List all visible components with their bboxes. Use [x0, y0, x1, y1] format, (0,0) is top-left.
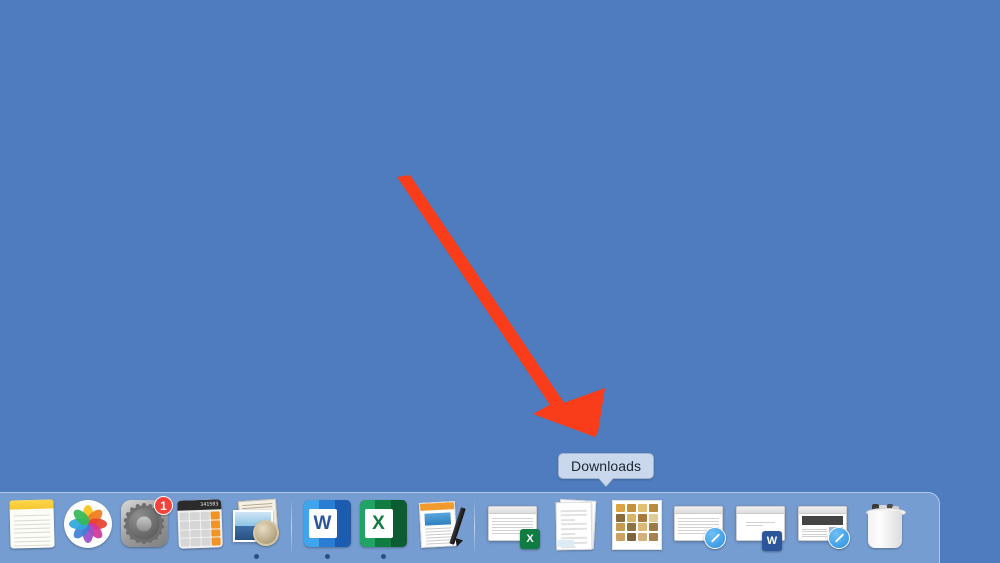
dock[interactable]: 1 341503 W X X W: [0, 492, 940, 563]
excel-icon: X: [358, 499, 408, 549]
word-icon: W: [302, 499, 352, 549]
word-glyph: W: [308, 509, 337, 538]
textedit-icon: [414, 499, 466, 549]
minimized-window-safari-icon: [674, 502, 726, 549]
dock-item-images-stack[interactable]: [606, 499, 668, 561]
tooltip-pointer-icon: [598, 477, 615, 486]
word-badge-glyph: W: [762, 531, 782, 551]
minimized-window-excel-icon: X: [488, 502, 540, 549]
downloads-stack-icon: [550, 499, 600, 551]
dock-separator-2: [474, 501, 475, 553]
dock-item-textedit[interactable]: [411, 499, 467, 561]
dock-tooltip-label: Downloads: [571, 458, 642, 474]
dock-item-photos[interactable]: [60, 499, 116, 561]
dock-tooltip: Downloads: [558, 453, 655, 486]
dock-item-microsoft-excel[interactable]: X: [355, 499, 411, 561]
gear-icon: 1: [119, 496, 173, 549]
notes-icon: [7, 499, 57, 549]
dock-item-minimized-word-window[interactable]: W: [730, 499, 792, 561]
notification-badge: 1: [154, 496, 173, 515]
dock-item-notes[interactable]: [4, 499, 60, 561]
minimized-window-safari-news-icon: [798, 502, 850, 549]
dock-item-minimized-excel-window[interactable]: X: [482, 499, 544, 561]
dock-item-downloads-stack[interactable]: [544, 499, 606, 561]
preview-icon: [231, 498, 281, 549]
desktop-background: [0, 0, 1000, 563]
image-grid-stack-icon: [612, 499, 662, 550]
photos-icon: [63, 499, 113, 549]
dock-separator-1: [291, 501, 292, 553]
dock-item-preview[interactable]: [228, 498, 284, 561]
dock-item-microsoft-word[interactable]: W: [299, 499, 355, 561]
excel-badge-glyph: X: [520, 529, 540, 549]
dock-item-system-preferences[interactable]: 1: [116, 496, 173, 561]
dock-item-minimized-safari-window[interactable]: [668, 499, 730, 561]
calculator-icon: 341503: [175, 499, 225, 549]
running-indicator-dot: [324, 554, 330, 559]
dock-item-minimized-safari-news-window[interactable]: [792, 499, 854, 561]
running-indicator-dot: [253, 554, 259, 559]
dock-item-trash[interactable]: [854, 499, 916, 561]
minimized-window-word-icon: W: [736, 502, 786, 551]
dock-item-calculator[interactable]: 341503: [172, 499, 228, 561]
excel-glyph: X: [364, 509, 393, 538]
trash-full-icon: [860, 499, 910, 549]
running-indicator-dot: [380, 554, 386, 559]
